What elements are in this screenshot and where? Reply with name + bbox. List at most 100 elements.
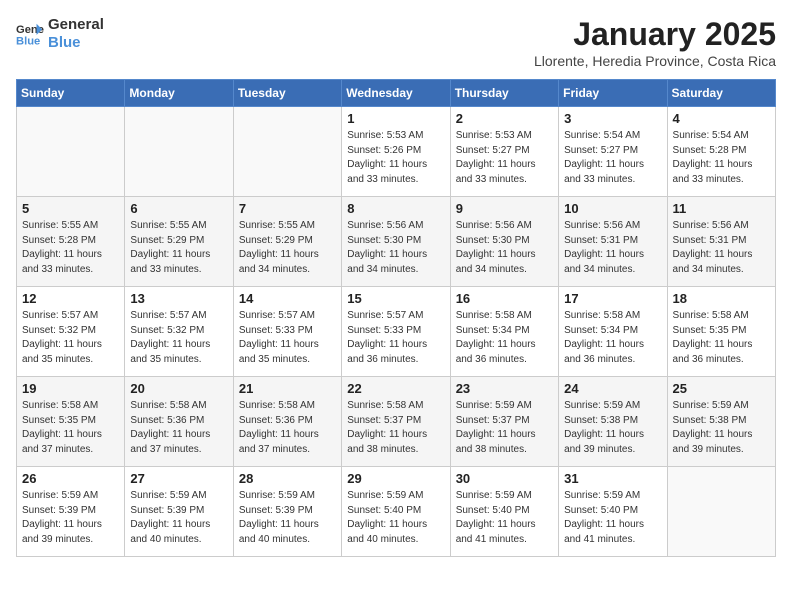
header-sunday: Sunday xyxy=(17,80,125,107)
calendar-cell: 3Sunrise: 5:54 AM Sunset: 5:27 PM Daylig… xyxy=(559,107,667,197)
day-number: 1 xyxy=(347,111,444,126)
calendar-cell: 12 Sunrise: 5:57 AM Sunset: 5:32 PM Dayli… xyxy=(17,287,125,377)
header-friday: Friday xyxy=(559,80,667,107)
header-wednesday: Wednesday xyxy=(342,80,450,107)
day-info: Sunrise: 5:55 AM Sunset: 5:29 PM Dayligh… xyxy=(130,219,227,277)
day-info: Sunrise: 5:56 AM Sunset: 5:31 PM Dayligh… xyxy=(673,219,770,277)
page-header: General Blue General Blue January 2025 L… xyxy=(16,16,776,69)
day-info: Sunrise: 5:53 AM Sunset: 5:26 PM Dayligh… xyxy=(347,129,444,187)
calendar-cell: 25 Sunrise: 5:59 AM Sunset: 5:38 PM Dayli… xyxy=(667,377,775,467)
day-info: Sunrise: 5:57 AM Sunset: 5:32 PM Dayligh… xyxy=(22,309,119,367)
day-info: Sunrise: 5:55 AM Sunset: 5:28 PM Dayligh… xyxy=(22,219,119,277)
week-row-2: 5Sunrise: 5:55 AM Sunset: 5:28 PM Daylig… xyxy=(17,197,776,287)
day-number: 18 xyxy=(673,291,770,306)
day-info: Sunrise: 5:58 AM Sunset: 5:35 PM Dayligh… xyxy=(22,399,119,457)
calendar-cell: 27Sunrise: 5:59 AM Sunset: 5:39 PM Dayli… xyxy=(125,467,233,557)
logo-general-text: General xyxy=(48,16,104,34)
day-info: Sunrise: 5:54 AM Sunset: 5:27 PM Dayligh… xyxy=(564,129,661,187)
day-info: Sunrise: 5:59 AM Sunset: 5:40 PM Dayligh… xyxy=(456,489,553,547)
day-info: Sunrise: 5:56 AM Sunset: 5:30 PM Dayligh… xyxy=(347,219,444,277)
day-number: 21 xyxy=(239,381,336,396)
calendar-cell: 26 Sunrise: 5:59 AM Sunset: 5:39 PM Dayli… xyxy=(17,467,125,557)
calendar-cell: 20 Sunrise: 5:58 AM Sunset: 5:36 PM Dayli… xyxy=(125,377,233,467)
day-number: 17 xyxy=(564,291,661,306)
day-number: 9 xyxy=(456,201,553,216)
day-info: Sunrise: 5:56 AM Sunset: 5:31 PM Dayligh… xyxy=(564,219,661,277)
svg-text:Blue: Blue xyxy=(16,35,40,47)
day-info: Sunrise: 5:57 AM Sunset: 5:33 PM Dayligh… xyxy=(347,309,444,367)
calendar-cell: 14 Sunrise: 5:57 AM Sunset: 5:33 PM Dayli… xyxy=(233,287,341,377)
calendar-body: 1 Sunrise: 5:53 AM Sunset: 5:26 PM Daylig… xyxy=(17,107,776,557)
day-info: Sunrise: 5:57 AM Sunset: 5:32 PM Dayligh… xyxy=(130,309,227,367)
day-number: 8 xyxy=(347,201,444,216)
calendar-cell: 2 Sunrise: 5:53 AM Sunset: 5:27 PM Daylig… xyxy=(450,107,558,197)
day-number: 2 xyxy=(456,111,553,126)
day-number: 20 xyxy=(130,381,227,396)
week-row-1: 1 Sunrise: 5:53 AM Sunset: 5:26 PM Daylig… xyxy=(17,107,776,197)
day-info: Sunrise: 5:59 AM Sunset: 5:40 PM Dayligh… xyxy=(564,489,661,547)
day-info: Sunrise: 5:59 AM Sunset: 5:38 PM Dayligh… xyxy=(564,399,661,457)
week-row-4: 19 Sunrise: 5:58 AM Sunset: 5:35 PM Dayli… xyxy=(17,377,776,467)
day-info: Sunrise: 5:58 AM Sunset: 5:36 PM Dayligh… xyxy=(239,399,336,457)
calendar-cell: 28Sunrise: 5:59 AM Sunset: 5:39 PM Dayli… xyxy=(233,467,341,557)
day-number: 26 xyxy=(22,471,119,486)
day-number: 14 xyxy=(239,291,336,306)
day-info: Sunrise: 5:55 AM Sunset: 5:29 PM Dayligh… xyxy=(239,219,336,277)
day-number: 24 xyxy=(564,381,661,396)
day-number: 11 xyxy=(673,201,770,216)
day-number: 25 xyxy=(673,381,770,396)
week-row-5: 26 Sunrise: 5:59 AM Sunset: 5:39 PM Dayli… xyxy=(17,467,776,557)
calendar-cell: 7Sunrise: 5:55 AM Sunset: 5:29 PM Daylig… xyxy=(233,197,341,287)
header-tuesday: Tuesday xyxy=(233,80,341,107)
day-info: Sunrise: 5:59 AM Sunset: 5:39 PM Dayligh… xyxy=(22,489,119,547)
calendar-cell: 30Sunrise: 5:59 AM Sunset: 5:40 PM Dayli… xyxy=(450,467,558,557)
calendar-cell xyxy=(17,107,125,197)
calendar-cell: 5Sunrise: 5:55 AM Sunset: 5:28 PM Daylig… xyxy=(17,197,125,287)
day-number: 29 xyxy=(347,471,444,486)
day-info: Sunrise: 5:58 AM Sunset: 5:34 PM Dayligh… xyxy=(564,309,661,367)
calendar-cell: 8 Sunrise: 5:56 AM Sunset: 5:30 PM Daylig… xyxy=(342,197,450,287)
month-title: January 2025 xyxy=(534,16,776,53)
calendar-cell: 23Sunrise: 5:59 AM Sunset: 5:37 PM Dayli… xyxy=(450,377,558,467)
week-row-3: 12 Sunrise: 5:57 AM Sunset: 5:32 PM Dayli… xyxy=(17,287,776,377)
day-info: Sunrise: 5:58 AM Sunset: 5:34 PM Dayligh… xyxy=(456,309,553,367)
day-number: 12 xyxy=(22,291,119,306)
calendar-cell: 1 Sunrise: 5:53 AM Sunset: 5:26 PM Daylig… xyxy=(342,107,450,197)
day-number: 23 xyxy=(456,381,553,396)
day-info: Sunrise: 5:59 AM Sunset: 5:40 PM Dayligh… xyxy=(347,489,444,547)
day-number: 22 xyxy=(347,381,444,396)
header-row: SundayMondayTuesdayWednesdayThursdayFrid… xyxy=(17,80,776,107)
calendar-cell: 19 Sunrise: 5:58 AM Sunset: 5:35 PM Dayli… xyxy=(17,377,125,467)
day-number: 28 xyxy=(239,471,336,486)
day-info: Sunrise: 5:58 AM Sunset: 5:35 PM Dayligh… xyxy=(673,309,770,367)
day-number: 6 xyxy=(130,201,227,216)
day-info: Sunrise: 5:53 AM Sunset: 5:27 PM Dayligh… xyxy=(456,129,553,187)
day-info: Sunrise: 5:54 AM Sunset: 5:28 PM Dayligh… xyxy=(673,129,770,187)
day-info: Sunrise: 5:56 AM Sunset: 5:30 PM Dayligh… xyxy=(456,219,553,277)
title-section: January 2025 Llorente, Heredia Province,… xyxy=(534,16,776,69)
calendar-cell: 31 Sunrise: 5:59 AM Sunset: 5:40 PM Dayli… xyxy=(559,467,667,557)
header-monday: Monday xyxy=(125,80,233,107)
calendar-cell: 6 Sunrise: 5:55 AM Sunset: 5:29 PM Daylig… xyxy=(125,197,233,287)
day-number: 10 xyxy=(564,201,661,216)
calendar-cell xyxy=(667,467,775,557)
header-saturday: Saturday xyxy=(667,80,775,107)
calendar-cell: 22 Sunrise: 5:58 AM Sunset: 5:37 PM Dayli… xyxy=(342,377,450,467)
day-info: Sunrise: 5:58 AM Sunset: 5:37 PM Dayligh… xyxy=(347,399,444,457)
calendar-cell: 24 Sunrise: 5:59 AM Sunset: 5:38 PM Dayli… xyxy=(559,377,667,467)
calendar-table: SundayMondayTuesdayWednesdayThursdayFrid… xyxy=(16,79,776,557)
day-number: 31 xyxy=(564,471,661,486)
day-info: Sunrise: 5:57 AM Sunset: 5:33 PM Dayligh… xyxy=(239,309,336,367)
calendar-cell: 15Sunrise: 5:57 AM Sunset: 5:33 PM Dayli… xyxy=(342,287,450,377)
day-number: 4 xyxy=(673,111,770,126)
day-number: 16 xyxy=(456,291,553,306)
calendar-cell: 21 Sunrise: 5:58 AM Sunset: 5:36 PM Dayli… xyxy=(233,377,341,467)
day-number: 13 xyxy=(130,291,227,306)
day-info: Sunrise: 5:59 AM Sunset: 5:38 PM Dayligh… xyxy=(673,399,770,457)
logo-blue-text: Blue xyxy=(48,34,104,52)
calendar-cell xyxy=(233,107,341,197)
calendar-cell: 16 Sunrise: 5:58 AM Sunset: 5:34 PM Dayli… xyxy=(450,287,558,377)
calendar-header: SundayMondayTuesdayWednesdayThursdayFrid… xyxy=(17,80,776,107)
day-number: 19 xyxy=(22,381,119,396)
day-info: Sunrise: 5:58 AM Sunset: 5:36 PM Dayligh… xyxy=(130,399,227,457)
